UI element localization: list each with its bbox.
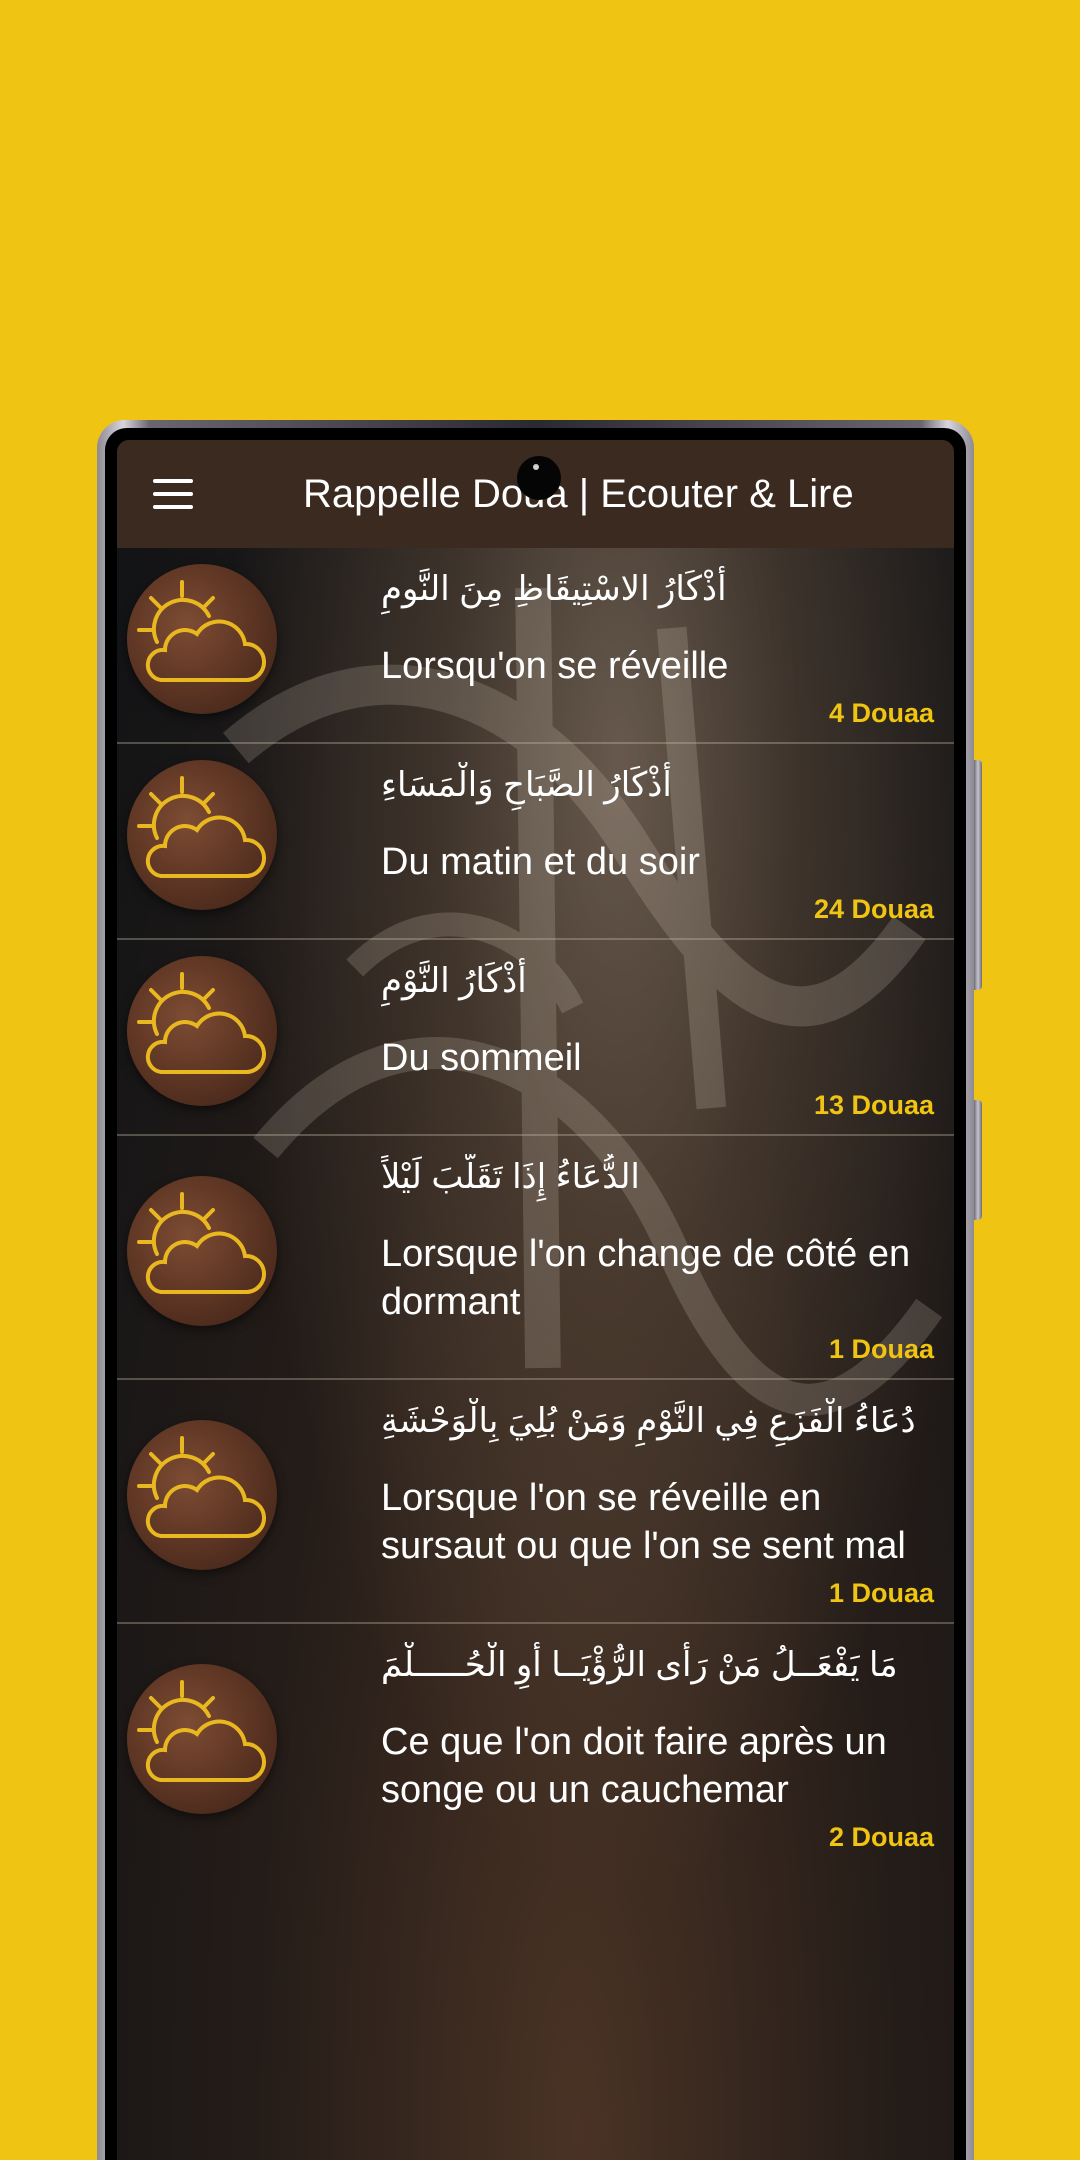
item-arabic-title: مَا يَفْعَــلُ مَنْ رَأى الرُّؤْيَــا أو… <box>381 1646 898 1684</box>
app-screen: Rappelle Doua | Ecouter & Lire أَذْكَارُ… <box>117 440 954 2160</box>
volume-button <box>974 760 982 990</box>
douaa-count-badge: 24 Douaa <box>813 894 934 924</box>
app-title: Rappelle Doua | Ecouter & Lire <box>303 471 854 516</box>
sun-cloud-icon <box>127 1664 277 1814</box>
phone-frame: Rappelle Doua | Ecouter & Lire أَذْكَارُ… <box>97 420 982 2160</box>
list-item[interactable]: دُعَاءُ الْفَزَعِ فِي النَّوْمِ وَمَنْ ب… <box>117 1380 954 1624</box>
item-french-title: Du matin et du soir <box>381 841 700 883</box>
power-button <box>974 1100 982 1220</box>
douaa-count-badge: 4 Douaa <box>828 698 934 728</box>
list-item[interactable]: أَذْكَارُ النَّوْمِ Du sommeil 13 Douaa <box>117 940 954 1136</box>
list-item[interactable]: الدُّعَاءُ إِذَا تَقَلَّبَ لَيْلاً Lorsq… <box>117 1136 954 1380</box>
sun-cloud-icon <box>127 1176 277 1326</box>
item-french-title: Lorsque l'on change de côté en dormant <box>381 1233 911 1323</box>
douaa-category-list: أَذْكَارُ الاسْتِيقَاظِ مِنَ النَّومِ Lo… <box>117 548 954 1868</box>
sun-cloud-icon <box>127 564 277 714</box>
item-arabic-title: الدُّعَاءُ إِذَا تَقَلَّبَ لَيْلاً <box>381 1158 640 1196</box>
list-item[interactable]: أَذْكَارُ الاسْتِيقَاظِ مِنَ النَّومِ Lo… <box>117 548 954 744</box>
hamburger-menu-icon[interactable] <box>153 479 193 509</box>
douaa-count-badge: 1 Douaa <box>828 1334 934 1364</box>
douaa-count-badge: 1 Douaa <box>828 1578 934 1608</box>
item-french-title: Ce que l'on doit faire après un songe ou… <box>381 1721 887 1811</box>
item-arabic-title: دُعَاءُ الْفَزَعِ فِي النَّوْمِ وَمَنْ ب… <box>381 1402 916 1440</box>
item-arabic-title: أَذْكَارُ النَّوْمِ <box>381 962 527 1000</box>
item-arabic-title: أَذْكَارُ الاسْتِيقَاظِ مِنَ النَّومِ <box>381 570 727 608</box>
phone-bezel: Rappelle Doua | Ecouter & Lire أَذْكَارُ… <box>105 428 966 2160</box>
douaa-count-badge: 2 Douaa <box>828 1822 934 1852</box>
item-french-title: Lorsque l'on se réveille en sursaut ou q… <box>381 1477 906 1567</box>
list-item[interactable]: أَذْكَارُ الصَّبَاحِ وَالْمَسَاءِ Du mat… <box>117 744 954 940</box>
sun-cloud-icon <box>127 1420 277 1570</box>
douaa-count-badge: 13 Douaa <box>813 1090 934 1120</box>
list-item[interactable]: مَا يَفْعَــلُ مَنْ رَأى الرُّؤْيَــا أو… <box>117 1624 954 1868</box>
sun-cloud-icon <box>127 956 277 1106</box>
sun-cloud-icon <box>127 760 277 910</box>
item-french-title: Du sommeil <box>381 1037 582 1079</box>
item-french-title: Lorsqu'on se réveille <box>381 645 729 687</box>
item-arabic-title: أَذْكَارُ الصَّبَاحِ وَالْمَسَاءِ <box>381 766 672 804</box>
camera-icon <box>517 456 561 500</box>
